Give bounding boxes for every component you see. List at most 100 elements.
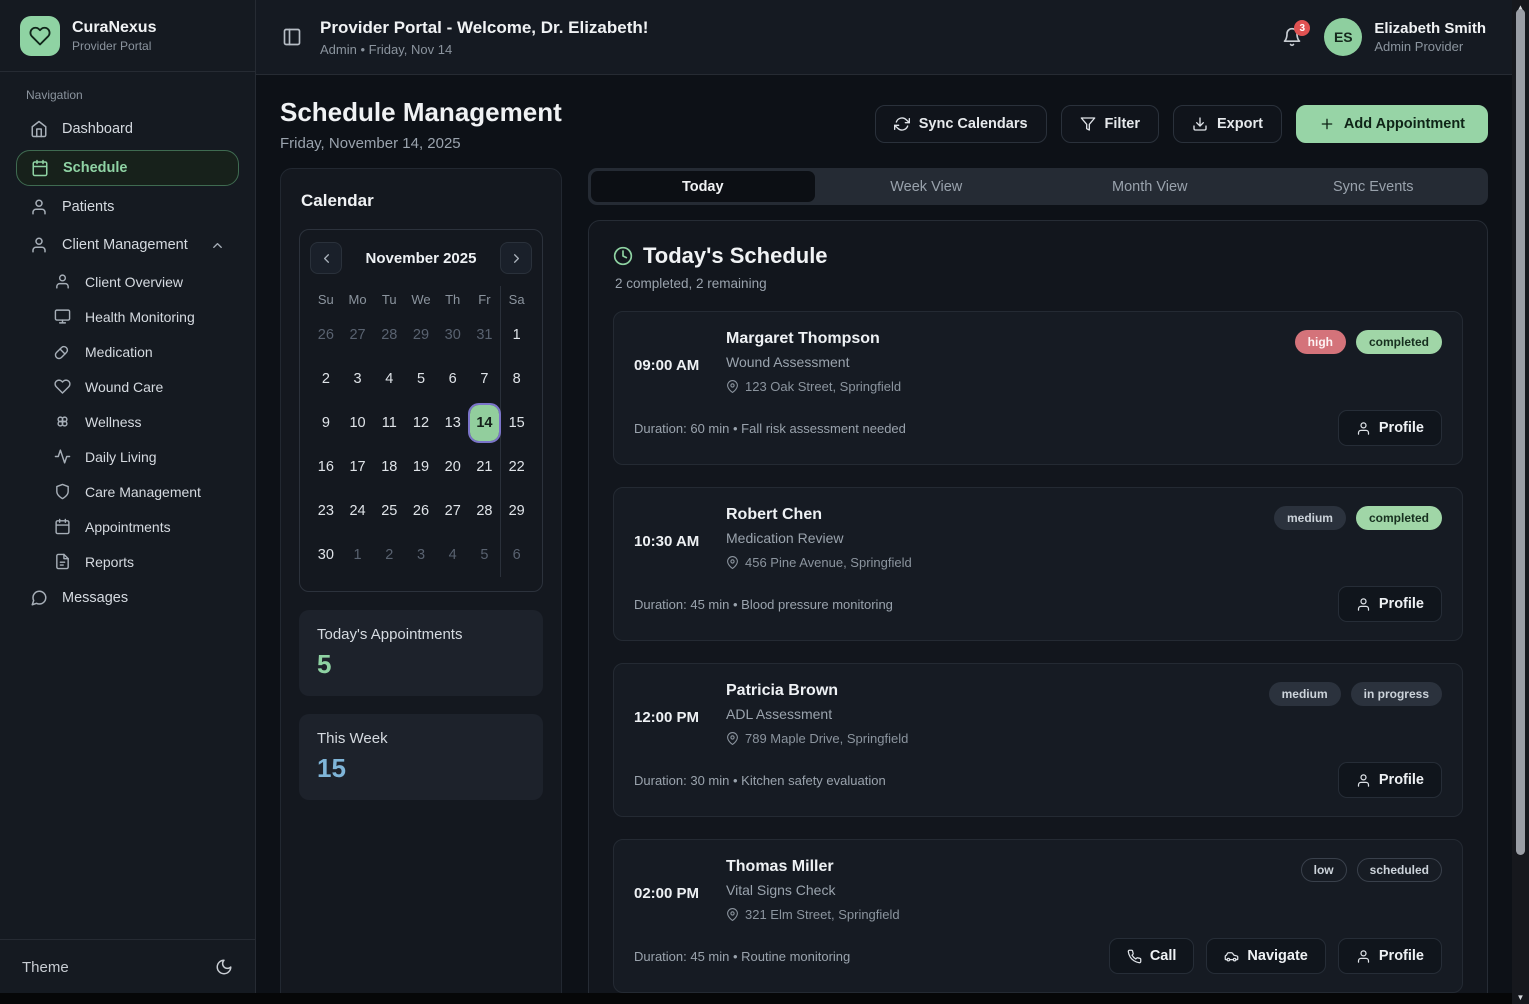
calendar-day-selected[interactable]: 14 — [469, 401, 501, 445]
tab-month-view[interactable]: Month View — [1038, 171, 1262, 202]
appointment-address: 123 Oak Street, Springfield — [745, 379, 901, 394]
calendar-day[interactable]: 6 — [500, 533, 532, 577]
appointment-time: 02:00 PM — [634, 885, 726, 922]
sidebar-item-dashboard[interactable]: Dashboard — [16, 112, 239, 146]
calendar-day[interactable]: 23 — [310, 489, 342, 533]
calendar-day[interactable]: 16 — [310, 445, 342, 489]
calendar-day[interactable]: 30 — [437, 313, 469, 357]
view-tabs: Today Week View Month View Sync Events — [588, 168, 1488, 205]
nav-section-label: Navigation — [0, 72, 255, 110]
window-bottom-edge — [0, 993, 1512, 1004]
calendar-day[interactable]: 30 — [310, 533, 342, 577]
sidebar-item-messages[interactable]: Messages — [16, 581, 239, 615]
calendar-day[interactable]: 22 — [500, 445, 532, 489]
sidebar-item-wound-care[interactable]: Wound Care — [40, 371, 239, 402]
sidebar-item-schedule[interactable]: Schedule — [16, 150, 239, 186]
calendar-day[interactable]: 4 — [373, 357, 405, 401]
calendar-day[interactable]: 28 — [373, 313, 405, 357]
notifications-button[interactable]: 3 — [1282, 27, 1302, 47]
calendar-day[interactable]: 13 — [437, 401, 469, 445]
profile-button[interactable]: Profile — [1338, 762, 1442, 798]
heart-icon — [54, 378, 71, 395]
calendar-day[interactable]: 29 — [405, 313, 437, 357]
tab-today[interactable]: Today — [591, 171, 815, 202]
sidebar-item-medication[interactable]: Medication — [40, 336, 239, 367]
sidebar-toggle-icon[interactable] — [282, 27, 302, 47]
appointment-service: Vital Signs Check — [726, 882, 900, 898]
calendar-day[interactable]: 28 — [469, 489, 501, 533]
calendar-day[interactable]: 7 — [469, 357, 501, 401]
location-pin-icon — [726, 908, 739, 921]
profile-button[interactable]: Profile — [1338, 938, 1442, 974]
calendar-day[interactable]: 10 — [342, 401, 374, 445]
stat-label: Today's Appointments — [317, 626, 525, 643]
calendar-day[interactable]: 5 — [405, 357, 437, 401]
sidebar-item-label: Health Monitoring — [85, 309, 195, 325]
calendar-day[interactable]: 27 — [437, 489, 469, 533]
user-menu[interactable]: ES Elizabeth Smith Admin Provider — [1324, 18, 1486, 56]
patient-name: Patricia Brown — [726, 682, 908, 700]
calendar-day[interactable]: 6 — [437, 357, 469, 401]
calendar-day[interactable]: 12 — [405, 401, 437, 445]
scrollbar-thumb[interactable] — [1516, 9, 1525, 855]
sidebar-item-client-management[interactable]: Client Management — [16, 228, 239, 262]
calendar-day[interactable]: 4 — [437, 533, 469, 577]
top-header: Provider Portal - Welcome, Dr. Elizabeth… — [256, 0, 1512, 75]
weekday-label: We — [405, 286, 437, 313]
sync-icon — [894, 116, 910, 132]
sync-calendars-button[interactable]: Sync Calendars — [875, 105, 1047, 143]
calendar-prev-button[interactable] — [310, 242, 342, 274]
calendar-day[interactable]: 26 — [310, 313, 342, 357]
profile-button[interactable]: Profile — [1338, 410, 1442, 446]
calendar-day[interactable]: 19 — [405, 445, 437, 489]
moon-icon[interactable] — [215, 958, 233, 976]
calendar-day[interactable]: 27 — [342, 313, 374, 357]
tab-sync-events[interactable]: Sync Events — [1262, 171, 1486, 202]
profile-button[interactable]: Profile — [1338, 586, 1442, 622]
tab-week-view[interactable]: Week View — [815, 171, 1039, 202]
calendar-day[interactable]: 2 — [310, 357, 342, 401]
calendar-day[interactable]: 26 — [405, 489, 437, 533]
calendar-day[interactable]: 17 — [342, 445, 374, 489]
calendar-day[interactable]: 31 — [469, 313, 501, 357]
sidebar-item-label: Wound Care — [85, 379, 163, 395]
calendar-day[interactable]: 20 — [437, 445, 469, 489]
filter-button[interactable]: Filter — [1061, 105, 1159, 143]
calendar-day[interactable]: 2 — [373, 533, 405, 577]
sidebar-item-health-monitoring[interactable]: Health Monitoring — [40, 301, 239, 332]
sidebar-item-wellness[interactable]: Wellness — [40, 406, 239, 437]
calendar-month-label: November 2025 — [366, 250, 477, 267]
calendar-day[interactable]: 5 — [469, 533, 501, 577]
calendar-day[interactable]: 9 — [310, 401, 342, 445]
calendar-day[interactable]: 29 — [500, 489, 532, 533]
calendar-next-button[interactable] — [500, 242, 532, 274]
calendar-day[interactable]: 3 — [405, 533, 437, 577]
calendar-day[interactable]: 21 — [469, 445, 501, 489]
sidebar-item-appointments[interactable]: Appointments — [40, 511, 239, 542]
sidebar-item-client-overview[interactable]: Client Overview — [40, 266, 239, 297]
calendar-day[interactable]: 15 — [500, 401, 532, 445]
calendar-day[interactable]: 8 — [500, 357, 532, 401]
schedule-summary: 2 completed, 2 remaining — [615, 276, 1463, 291]
sidebar-item-label: Schedule — [63, 160, 127, 176]
scroll-down-arrow-icon[interactable]: ▼ — [1512, 991, 1529, 1003]
status-badge: completed — [1356, 330, 1442, 354]
export-button[interactable]: Export — [1173, 105, 1282, 143]
calendar-day[interactable]: 18 — [373, 445, 405, 489]
navigate-button[interactable]: Navigate — [1206, 938, 1325, 974]
page-scrollbar[interactable]: ▲ ▼ — [1512, 0, 1529, 1004]
call-button[interactable]: Call — [1109, 938, 1195, 974]
calendar-day[interactable]: 25 — [373, 489, 405, 533]
calendar-day[interactable]: 1 — [342, 533, 374, 577]
calendar-day[interactable]: 3 — [342, 357, 374, 401]
add-appointment-button[interactable]: Add Appointment — [1296, 105, 1488, 143]
sidebar-item-reports[interactable]: Reports — [40, 546, 239, 577]
calendar-day[interactable]: 24 — [342, 489, 374, 533]
calendar-day[interactable]: 11 — [373, 401, 405, 445]
sidebar-item-care-management[interactable]: Care Management — [40, 476, 239, 507]
monitor-icon — [54, 308, 71, 325]
sidebar-item-daily-living[interactable]: Daily Living — [40, 441, 239, 472]
sidebar-item-patients[interactable]: Patients — [16, 190, 239, 224]
priority-badge: medium — [1269, 682, 1341, 706]
calendar-day[interactable]: 1 — [500, 313, 532, 357]
